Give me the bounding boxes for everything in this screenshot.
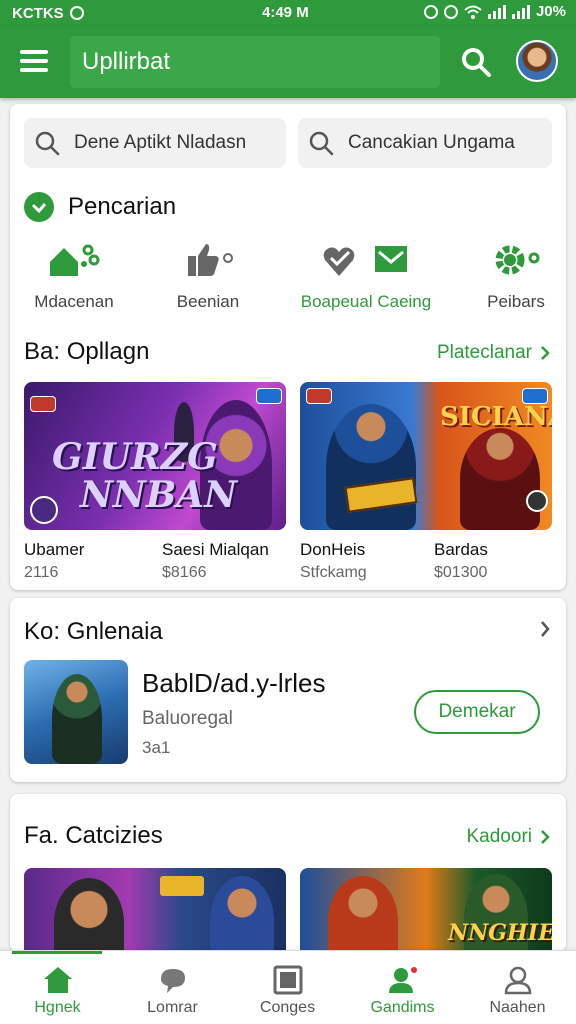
chevron-right-icon xyxy=(541,346,550,360)
category-banner-1[interactable] xyxy=(24,868,286,952)
app-thumbnail[interactable] xyxy=(24,660,128,764)
check-icon xyxy=(24,192,54,222)
game-name[interactable]: Ubamer xyxy=(24,540,84,560)
hero-art xyxy=(326,404,416,530)
app-rating: 3a1 xyxy=(142,738,171,757)
see-more-label: Plateclanar xyxy=(436,342,532,363)
badge-icon xyxy=(306,388,332,404)
banner-title: NNGHIES xyxy=(448,920,552,946)
discover-card: Dene Aptikt Nladasn Cancakian Ungama Pen… xyxy=(10,104,566,590)
game-meta: Stfckamg xyxy=(300,564,367,581)
game-name[interactable]: Saesi Mialqan xyxy=(162,540,269,560)
heart-mail-icon xyxy=(323,246,407,276)
install-button[interactable]: Demekar xyxy=(414,690,540,734)
nav-item-profile[interactable]: Naahen xyxy=(460,951,575,1024)
banner-title: GIURZG NNBAN xyxy=(52,436,238,516)
nav-item-games[interactable]: Gandims xyxy=(345,951,460,1024)
status-bar: KCTKS 4:49 M J0% xyxy=(0,0,576,26)
nav-item-home[interactable]: Hgnek xyxy=(0,951,115,1024)
search-pill-label: Cancakian Ungama xyxy=(348,132,515,153)
see-more-link[interactable]: Kadoori xyxy=(467,826,551,848)
badge-icon xyxy=(256,388,282,404)
avatar xyxy=(526,490,548,512)
app-name[interactable]: BablD/ad.y-lrles xyxy=(142,668,326,699)
nav-item-gallery[interactable]: Conges xyxy=(230,951,345,1024)
game-name[interactable]: Bardas xyxy=(434,540,488,560)
nav-label: Naahen xyxy=(489,999,546,1016)
quick-action-label: Beenian xyxy=(176,292,240,311)
categories-card: Fa. Catcizies Kadoori NNGHIES xyxy=(10,794,566,952)
location-icon xyxy=(69,6,84,20)
logo-plate xyxy=(160,876,204,896)
row-title: Ba: Opllagn xyxy=(24,338,150,365)
banner-title: SICIANAN xyxy=(440,402,552,432)
search-pill-2[interactable]: Cancakian Ungama xyxy=(298,118,552,168)
game-meta: $8166 xyxy=(162,564,207,581)
home-icon xyxy=(43,967,72,993)
app-bar: Upllirbat xyxy=(0,26,576,98)
search-pill-1[interactable]: Dene Aptikt Nladasn xyxy=(24,118,286,168)
signal-icon xyxy=(487,4,506,19)
avatar[interactable] xyxy=(516,40,558,82)
carrier-label: KCTKS xyxy=(12,4,64,22)
search-pill-label: Dene Aptikt Nladasn xyxy=(74,132,247,153)
hero-art xyxy=(328,876,398,952)
see-more-label: Kadoori xyxy=(466,826,533,847)
quick-action-3[interactable]: Boapeual Caeing xyxy=(296,238,436,312)
person-badge-icon xyxy=(388,967,417,993)
quick-action-1[interactable]: Mdacenan xyxy=(4,238,144,312)
hero-art xyxy=(460,428,540,530)
section-header: Pencarian xyxy=(24,192,176,222)
see-more-link[interactable]: Plateclanar xyxy=(437,342,550,364)
chevron-right-icon[interactable] xyxy=(540,620,550,638)
quick-action-label: Peibars xyxy=(487,292,545,311)
nav-item-chat[interactable]: Lomrar xyxy=(115,951,230,1024)
quick-action-4[interactable]: Peibars xyxy=(446,238,576,312)
thumbs-up-icon xyxy=(188,244,233,276)
category-banner-2[interactable]: NNGHIES xyxy=(300,868,552,952)
nav-label: Hgnek xyxy=(34,999,81,1016)
profile-icon xyxy=(504,966,531,995)
sync-icon xyxy=(423,4,438,19)
game-meta: 2116 xyxy=(24,564,59,581)
nav-label: Conges xyxy=(259,999,316,1016)
chat-icon xyxy=(160,969,185,993)
wifi-icon xyxy=(464,5,482,19)
badge-icon xyxy=(30,396,56,412)
row-title: Fa. Catcizies xyxy=(24,822,163,849)
app-developer: Baluoregal xyxy=(142,708,233,729)
search-icon[interactable] xyxy=(460,46,492,78)
hero-art xyxy=(54,878,124,952)
gear-icon xyxy=(495,245,540,275)
featured-app-card: Ko: Gnlenaia BablD/ad.y-lrles Baluoregal… xyxy=(10,598,566,782)
gallery-icon xyxy=(273,965,302,995)
section-title: Pencarian xyxy=(68,193,177,220)
chevron-right-icon xyxy=(541,830,550,844)
menu-icon[interactable] xyxy=(20,50,48,72)
game-banner-2[interactable]: SICIANAN xyxy=(300,382,552,530)
quick-action-label: Mdacenan xyxy=(34,292,114,311)
alarm-icon xyxy=(443,4,458,19)
quick-action-2[interactable]: Beenian xyxy=(138,238,278,312)
game-name[interactable]: DonHeis xyxy=(300,540,365,560)
home-network-icon xyxy=(50,244,100,276)
search-icon xyxy=(309,131,334,156)
clock: 4:49 M xyxy=(262,4,309,21)
signal-icon-2 xyxy=(511,4,530,19)
battery-label: J0% xyxy=(535,3,566,20)
row-title: Ko: Gnlenaia xyxy=(24,618,163,645)
game-banner-1[interactable]: GIURZG NNBAN xyxy=(24,382,286,530)
emblem-icon xyxy=(30,496,58,524)
search-icon xyxy=(35,131,60,156)
app-title[interactable]: Upllirbat xyxy=(70,36,440,88)
game-meta: $01300 xyxy=(434,564,488,581)
quick-action-label: Boapeual Caeing xyxy=(300,292,432,311)
nav-label: Lomrar xyxy=(147,999,198,1016)
nav-label: Gandims xyxy=(370,999,435,1016)
bottom-nav: Hgnek Lomrar Conges Gandims Naahen xyxy=(0,950,576,1024)
hero-art xyxy=(52,674,102,764)
hero-art xyxy=(210,876,274,952)
